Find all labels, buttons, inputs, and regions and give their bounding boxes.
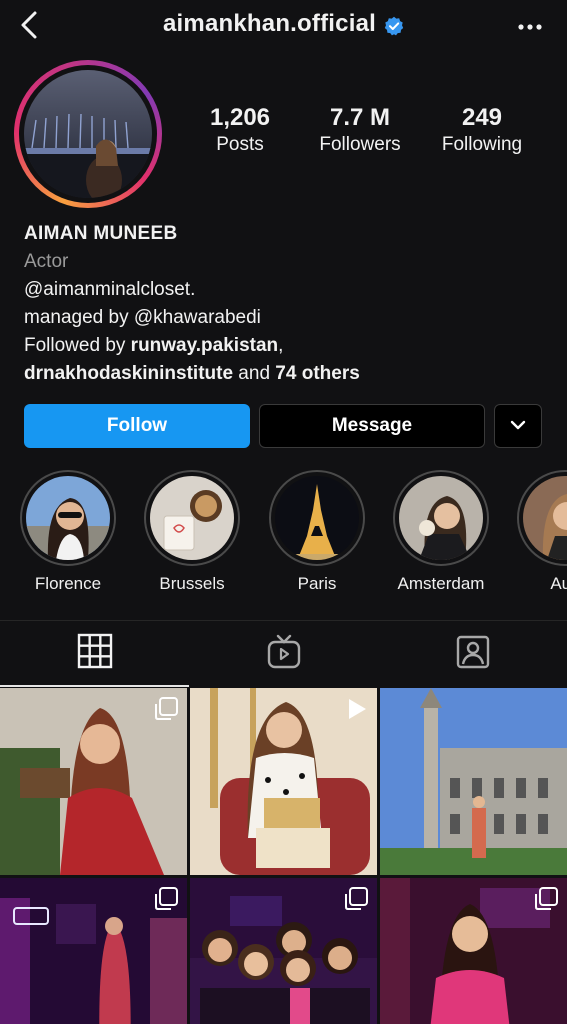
- story-ring[interactable]: [14, 60, 162, 208]
- profile-bio: AIMAN MUNEEB Actor @aimanminalcloset. ma…: [24, 220, 554, 388]
- carousel-icon: [153, 886, 179, 912]
- video-icon: [343, 696, 369, 722]
- username: aimankhan.official: [163, 10, 376, 37]
- highlight-cover: [523, 476, 567, 560]
- profile-stats: 1,206 Posts 7.7 M Followers 249 Followin…: [190, 104, 550, 164]
- post-thumbnail[interactable]: [0, 688, 187, 875]
- post-thumbnail[interactable]: [190, 688, 377, 875]
- post-thumbnail[interactable]: [190, 878, 377, 1024]
- followed-by-prefix: Followed by: [24, 335, 131, 356]
- followed-by-user-1[interactable]: runway.pakistan: [131, 335, 278, 356]
- followers-stat[interactable]: 7.7 M Followers: [308, 104, 412, 156]
- highlight-cover: [275, 476, 359, 560]
- highlight-cover: [26, 476, 110, 560]
- followers-count: 7.7 M: [329, 104, 391, 131]
- posts-label: Posts: [216, 134, 264, 155]
- highlight-cover: [399, 476, 483, 560]
- followers-label: Followers: [319, 134, 401, 155]
- followed-by-others[interactable]: 74 others: [275, 363, 359, 384]
- highlight-florence[interactable]: Florence: [6, 470, 130, 594]
- followed-by-user-2[interactable]: drnakhodaskininstitute: [24, 363, 233, 384]
- posts-grid: [0, 688, 567, 1024]
- following-label: Following: [441, 134, 523, 155]
- followed-by-separator: ,: [278, 335, 284, 356]
- tagged-icon: [455, 634, 491, 675]
- follow-button[interactable]: Follow: [24, 404, 250, 448]
- post-thumbnail[interactable]: [0, 878, 187, 1024]
- highlight-label: Aus: [550, 574, 567, 593]
- grid-icon: [77, 633, 113, 674]
- highlight-label: Brussels: [159, 574, 225, 593]
- profile-avatar[interactable]: [24, 70, 152, 198]
- post-thumbnail[interactable]: [380, 688, 567, 875]
- carousel-icon: [343, 886, 369, 912]
- profile-tabs: [0, 620, 567, 687]
- highlight-label: Florence: [34, 574, 102, 593]
- following-count: 249: [461, 104, 503, 131]
- profile-username-header: aimankhan.official: [0, 10, 567, 38]
- highlight-label: Paris: [297, 574, 337, 593]
- highlight-amsterdam[interactable]: Amsterdam: [379, 470, 503, 594]
- top-bar: aimankhan.official: [0, 0, 567, 56]
- highlight-label: Amsterdam: [397, 574, 485, 593]
- tab-igtv[interactable]: [189, 621, 378, 687]
- carousel-icon: [153, 696, 179, 722]
- posts-stat[interactable]: 1,206 Posts: [190, 104, 290, 156]
- tab-tagged[interactable]: [378, 621, 567, 687]
- highlight-aus[interactable]: Aus: [503, 470, 567, 594]
- highlight-brussels[interactable]: Brussels: [130, 470, 254, 594]
- igtv-icon: [266, 634, 302, 675]
- story-highlights: Florence Brussels Paris Amsterdam Aus: [0, 470, 567, 600]
- tab-posts-grid[interactable]: [0, 621, 189, 687]
- followed-by-continued[interactable]: drnakhodaskininstitute and 74 others: [24, 360, 554, 388]
- carousel-icon: [533, 886, 559, 912]
- message-button[interactable]: Message: [259, 404, 485, 448]
- followed-by-and: and: [233, 363, 276, 384]
- following-stat[interactable]: 249 Following: [432, 104, 532, 156]
- chevron-down-icon: [510, 415, 526, 437]
- suggested-accounts-button[interactable]: [494, 404, 542, 448]
- verified-badge-icon: [384, 15, 404, 36]
- bio-line-1[interactable]: @aimanminalcloset.: [24, 276, 554, 304]
- display-name: AIMAN MUNEEB: [24, 223, 178, 244]
- highlight-paris[interactable]: Paris: [255, 470, 379, 594]
- post-thumbnail[interactable]: [380, 878, 567, 1024]
- more-horizontal-icon[interactable]: [515, 14, 545, 40]
- highlight-cover: [150, 476, 234, 560]
- followed-by[interactable]: Followed by runway.pakistan,: [24, 332, 554, 360]
- profile-category: Actor: [24, 251, 69, 272]
- posts-count: 1,206: [209, 104, 271, 131]
- bio-line-2[interactable]: managed by @khawarabedi: [24, 304, 554, 332]
